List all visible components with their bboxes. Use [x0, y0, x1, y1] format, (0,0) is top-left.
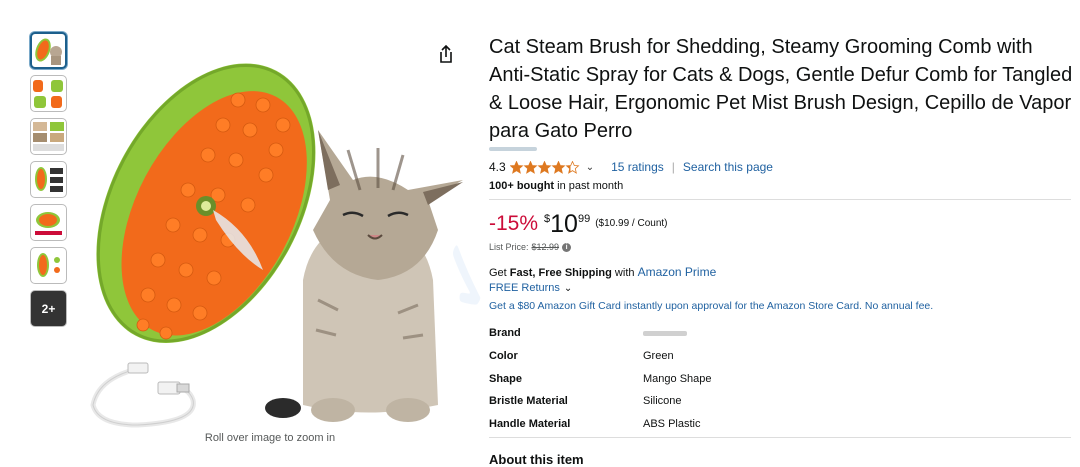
share-icon[interactable] — [437, 44, 455, 64]
free-returns-link[interactable]: FREE Returns ⌄ — [489, 282, 572, 294]
price-row: -15% $ 10 99 ($10.99 / Count) — [489, 210, 667, 240]
spec-value: Silicone — [643, 395, 682, 408]
spec-row: Bristle Material Silicone — [489, 390, 989, 413]
divider — [489, 199, 1071, 200]
spec-row: Handle Material ABS Plastic — [489, 413, 989, 436]
spec-value: Green — [643, 350, 674, 363]
thumbnail-1[interactable] — [30, 32, 67, 69]
main-product-image[interactable] — [78, 30, 473, 430]
star-rating-icon[interactable] — [509, 160, 580, 174]
info-icon[interactable]: i — [562, 242, 572, 252]
gift-card-offer-link[interactable]: Get a $80 Amazon Gift Card instantly upo… — [489, 300, 933, 312]
product-title: Cat Steam Brush for Shedding, Steamy Gro… — [489, 36, 1073, 142]
more-images-label: 2+ — [41, 301, 56, 316]
about-heading: About this item — [489, 452, 584, 467]
ratings-count-link[interactable]: 15 ratings — [611, 160, 664, 174]
list-price: List Price: $12.99 i — [489, 242, 572, 252]
spec-value-redacted — [643, 327, 687, 339]
shipping-middle: with — [611, 267, 638, 279]
chevron-down-icon[interactable]: ⌄ — [586, 162, 594, 173]
spec-value: Mango Shape — [643, 372, 712, 385]
redacted-brand — [643, 330, 687, 336]
separator: | — [671, 160, 675, 174]
bought-count-rest: in past month — [554, 180, 624, 192]
divider — [489, 437, 1071, 438]
thumbnail-3[interactable] — [30, 118, 67, 155]
rating-row: 4.3 ⌄ 15 ratings | Search this page — [489, 159, 773, 175]
thumbnail-4[interactable] — [30, 161, 67, 198]
thumbnail-6[interactable] — [30, 247, 67, 284]
spec-value: ABS Plastic — [643, 418, 701, 431]
spec-row: Color Green — [489, 345, 989, 368]
thumbnail-2[interactable] — [30, 75, 67, 112]
spec-key: Bristle Material — [489, 395, 568, 408]
thumbnail-5[interactable] — [30, 204, 67, 241]
search-page-link[interactable]: Search this page — [683, 160, 773, 174]
price-per-unit: ($10.99 / Count) — [595, 218, 668, 229]
price-whole: 10 — [550, 210, 578, 238]
free-returns-label: FREE Returns — [489, 282, 560, 294]
discount-percent: -15% — [489, 212, 539, 235]
spec-key: Brand — [489, 327, 521, 340]
shipping-info: Get Fast, Free Shipping with Amazon Prim… — [489, 265, 716, 279]
shipping-bold: Fast, Free Shipping — [509, 267, 612, 279]
spec-key: Shape — [489, 372, 523, 385]
chevron-down-icon: ⌄ — [563, 282, 573, 294]
zoom-hint: Roll over image to zoom in — [204, 432, 336, 444]
amazon-prime-link[interactable]: Amazon Prime — [638, 265, 717, 279]
bought-count: 100+ bought in past month — [489, 180, 623, 192]
specs-table: Brand Color Green Shape Mango Shape Bris… — [489, 322, 989, 435]
brand-store-link[interactable] — [489, 147, 537, 151]
rating-value: 4.3 — [489, 160, 506, 174]
spec-row: Brand — [489, 322, 989, 345]
spec-row: Shape Mango Shape — [489, 367, 989, 390]
list-price-value: $12.99 — [531, 242, 560, 252]
list-price-label: List Price: — [489, 242, 529, 252]
price-fraction: 99 — [577, 213, 591, 225]
spec-key: Handle Material — [489, 418, 571, 431]
bought-count-bold: 100+ bought — [489, 180, 555, 192]
thumbnail-more-button[interactable]: 2+ — [30, 290, 67, 327]
spec-key: Color — [489, 350, 518, 363]
shipping-prefix: Get — [489, 267, 510, 279]
thumbnail-strip: 2+ — [30, 32, 68, 333]
